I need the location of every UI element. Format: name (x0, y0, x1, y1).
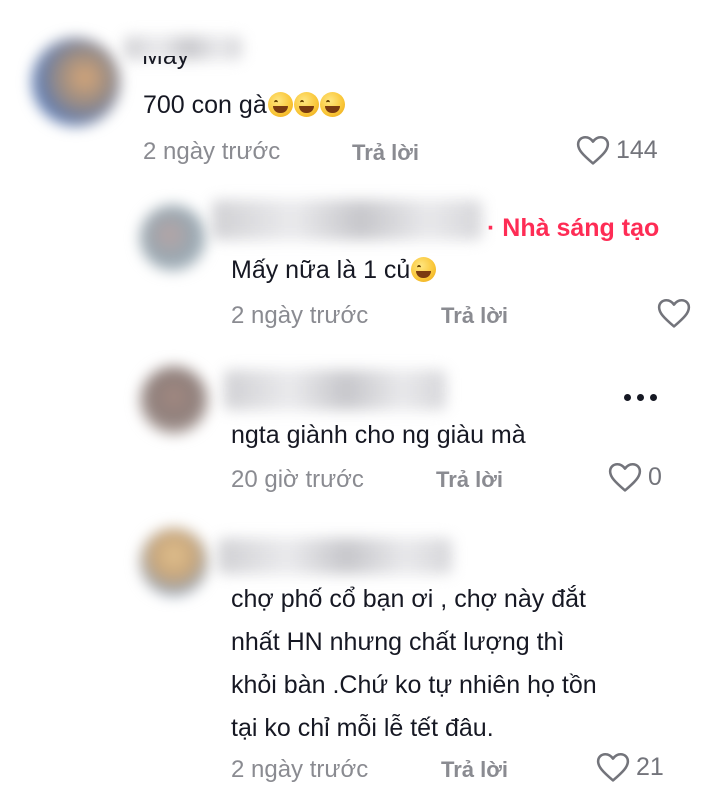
like-button[interactable]: 144 (576, 135, 658, 165)
username-blurred[interactable] (212, 200, 482, 240)
creator-badge: · Nhà sáng tạo (487, 214, 660, 242)
grinning-sweat-icon (319, 92, 345, 117)
reply-button[interactable]: Trả lời (352, 140, 419, 166)
avatar[interactable] (140, 528, 208, 596)
heart-outline-icon (657, 298, 691, 328)
username-blurred[interactable] (218, 538, 452, 574)
like-button[interactable] (657, 298, 691, 328)
heart-outline-icon (608, 462, 642, 492)
heart-outline-icon (576, 135, 610, 165)
comment-time: 20 giờ trước (231, 466, 364, 493)
reply-button[interactable]: Trả lời (441, 757, 508, 783)
comment-text: 700 con gà (143, 84, 345, 127)
comment-text: ngta giành cho ng giàu mà (231, 421, 526, 449)
comment-time: 2 ngày trước (143, 138, 281, 165)
grinning-sweat-icon (267, 92, 293, 117)
like-count: 0 (648, 462, 662, 491)
like-button[interactable]: 21 (596, 752, 664, 782)
avatar[interactable] (140, 366, 208, 434)
like-count: 144 (616, 135, 658, 164)
comment-text-line-3: khỏi bàn .Chứ ko tự nhiên họ tồn (231, 671, 597, 699)
comment-time: 2 ngày trước (231, 756, 369, 783)
avatar[interactable] (140, 205, 206, 271)
comment-text-line-4: tại ko chỉ mỗi lễ tết đâu. (231, 714, 494, 742)
like-count: 21 (636, 752, 664, 781)
reply-button[interactable]: Trả lời (436, 467, 503, 493)
avatar[interactable] (32, 38, 120, 126)
username-blurred[interactable] (224, 370, 446, 410)
more-dots-icon (624, 394, 631, 401)
comment-text: Mấy nữa là 1 củ (231, 249, 437, 292)
heart-outline-icon (596, 752, 630, 782)
comment-text-line-2: nhất HN nhưng chất lượng thì (231, 628, 565, 656)
grinning-squint-icon (411, 257, 437, 282)
username-partial[interactable]: May (142, 56, 222, 70)
more-dots-icon (650, 394, 657, 401)
more-options-button[interactable] (624, 394, 657, 401)
more-dots-icon (637, 394, 644, 401)
like-button[interactable]: 0 (608, 462, 662, 492)
grinning-sweat-icon (293, 92, 319, 117)
comment-text-line-1: chợ phố cổ bạn ơi , chợ này đắt (231, 585, 586, 613)
comment-time: 2 ngày trước (231, 302, 369, 329)
reply-button[interactable]: Trả lời (441, 303, 508, 329)
